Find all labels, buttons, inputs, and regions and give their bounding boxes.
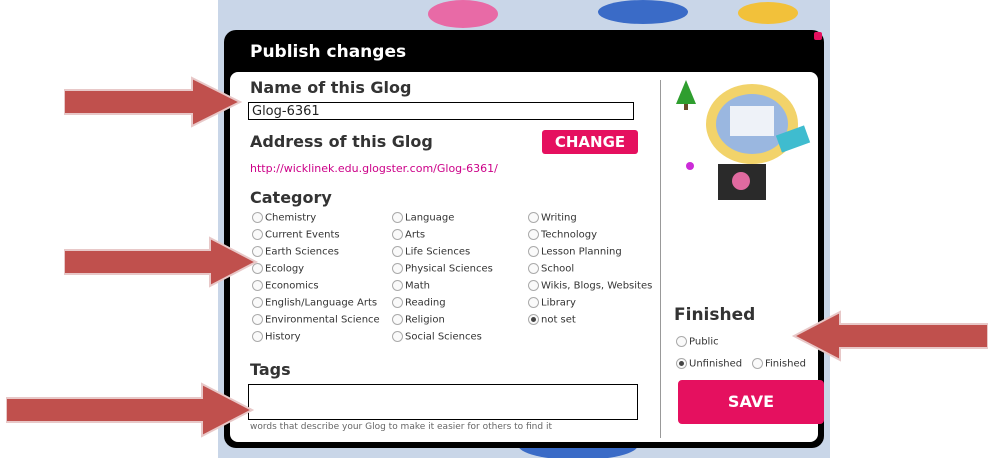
radio-icon[interactable] [528,246,539,257]
category-label: Writing [541,212,577,224]
category-option[interactable]: Writing [528,212,577,224]
info-icon[interactable] [686,162,694,170]
category-label: Current Events [265,229,340,241]
flower-decoration [598,0,688,24]
category-option[interactable]: Arts [392,229,425,241]
category-label: Physical Sciences [405,263,493,275]
unfinished-option[interactable]: Unfinished [676,358,742,370]
category-option[interactable]: English/Language Arts [252,297,377,309]
category-option[interactable]: Technology [528,229,597,241]
category-option[interactable]: Library [528,297,576,309]
category-label: Ecology [265,263,305,275]
category-option[interactable]: Religion [392,314,445,326]
category-option[interactable]: Language [392,212,454,224]
tags-heading: Tags [250,360,291,379]
category-label: Library [541,297,576,309]
category-label: Environmental Science [265,314,380,326]
category-label: Chemistry [265,212,317,224]
category-label: Lesson Planning [541,246,622,258]
category-label: School [541,263,575,275]
radio-icon[interactable] [252,314,263,325]
flower-decoration [738,2,798,24]
arrow-right-icon [6,382,255,438]
arrow-right-icon [64,236,259,288]
category-label: Religion [405,314,445,326]
radio-icon[interactable] [392,280,403,291]
category-option[interactable]: not set [528,314,576,326]
radio-icon[interactable] [252,212,263,223]
category-label: Life Sciences [405,246,471,258]
arrow-left-icon [791,310,988,362]
radio-icon[interactable] [528,212,539,223]
category-option[interactable]: Chemistry [252,212,316,224]
category-option[interactable]: Life Sciences [392,246,470,258]
category-label: Economics [265,280,319,292]
radio-icon[interactable] [392,331,403,342]
category-option[interactable]: Current Events [252,229,340,241]
category-label: Wikis, Blogs, Websites [541,280,653,292]
address-heading: Address of this Glog [250,132,433,151]
tags-input[interactable] [248,384,638,420]
category-option[interactable]: Physical Sciences [392,263,493,275]
glog-name-input[interactable]: Glog-6361 [248,102,634,120]
radio-selected-icon[interactable] [676,358,687,369]
public-option[interactable]: Public [676,336,719,348]
preview-panel: Finished Public Unfinished Finished SAVE [666,72,824,442]
category-label: Social Sciences [405,331,482,343]
dialog-title: Publish changes [250,42,407,62]
divider [660,80,661,438]
photo-thumbnail [718,164,766,200]
radio-icon[interactable] [752,358,763,369]
category-label: English/Language Arts [265,297,378,309]
flower-decoration [428,0,498,28]
name-heading: Name of this Glog [250,78,412,97]
category-option[interactable]: Lesson Planning [528,246,622,258]
category-label: Arts [405,229,426,241]
arrow-right-icon [64,76,243,128]
radio-icon[interactable] [528,297,539,308]
category-label: Technology [541,229,598,241]
category-option[interactable]: School [528,263,574,275]
radio-icon[interactable] [392,297,403,308]
category-option[interactable]: Reading [392,297,446,309]
glog-thumbnail [676,80,811,164]
radio-icon[interactable] [528,229,539,240]
category-option[interactable]: Wikis, Blogs, Websites [528,280,652,292]
category-heading: Category [250,188,332,207]
tags-hint: words that describe your Glog to make it… [250,422,552,432]
radio-icon[interactable] [392,314,403,325]
radio-icon[interactable] [392,212,403,223]
category-label: Math [405,280,431,292]
category-label: Language [405,212,455,224]
change-address-button[interactable]: CHANGE [542,130,638,154]
save-button[interactable]: SAVE [678,380,824,424]
category-label: Earth Sciences [265,246,339,258]
close-icon[interactable] [814,32,822,40]
category-label: not set [541,314,576,326]
category-option[interactable]: Social Sciences [392,331,482,343]
publish-dialog: Publish changes Name of this Glog Glog-6… [224,30,824,448]
radio-icon[interactable] [676,336,687,347]
radio-icon[interactable] [252,297,263,308]
radio-icon[interactable] [392,229,403,240]
category-option[interactable]: Economics [252,280,319,292]
glog-address-link[interactable]: http://wicklinek.edu.glogster.com/Glog-6… [250,162,498,175]
radio-icon[interactable] [392,246,403,257]
form-panel: Name of this Glog Glog-6361 Address of t… [230,72,656,442]
category-option[interactable]: Earth Sciences [252,246,339,258]
dialog-body: Name of this Glog Glog-6361 Address of t… [230,72,824,442]
radio-icon[interactable] [528,280,539,291]
category-option[interactable]: Environmental Science [252,314,380,326]
radio-icon[interactable] [252,331,263,342]
radio-selected-icon[interactable] [528,314,539,325]
radio-icon[interactable] [528,263,539,274]
finished-heading: Finished [674,305,756,325]
radio-icon[interactable] [392,263,403,274]
category-option[interactable]: Math [392,280,430,292]
category-label: Reading [405,297,446,309]
category-option[interactable]: History [252,331,301,343]
category-label: History [265,331,301,343]
